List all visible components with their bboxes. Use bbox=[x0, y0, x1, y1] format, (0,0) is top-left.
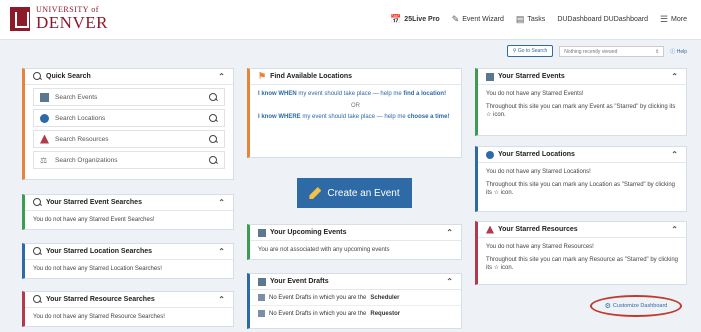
collapse-icon[interactable]: ⌃ bbox=[671, 225, 678, 234]
search-locations-row[interactable]: Search Locations bbox=[33, 109, 225, 127]
du-seal-icon bbox=[10, 6, 30, 31]
university-logo[interactable]: UNIVERSITY of DENVER bbox=[10, 6, 108, 31]
event-icon bbox=[258, 310, 265, 317]
search-icon: ⚲ bbox=[512, 48, 517, 54]
nav-more[interactable]: ☰ More bbox=[660, 14, 687, 25]
search-icon[interactable] bbox=[209, 113, 218, 123]
search-icon bbox=[33, 198, 42, 207]
search-icon bbox=[33, 247, 42, 256]
search-icon[interactable] bbox=[209, 134, 218, 144]
or-divider: OR bbox=[351, 102, 360, 109]
nav-dashboard[interactable]: DUDashboard DUDashboard bbox=[557, 16, 648, 23]
search-organizations-row[interactable]: ⚖ Search Organizations bbox=[33, 151, 225, 169]
pin-icon: ⚑ bbox=[258, 71, 267, 81]
pencil-icon bbox=[309, 187, 322, 199]
organization-icon: ⚖ bbox=[40, 155, 48, 165]
top-header: UNIVERSITY of DENVER 📅 25Live Pro ✎ Even… bbox=[0, 0, 701, 40]
location-icon bbox=[40, 113, 49, 123]
when-option: I know WHEN my event should take place —… bbox=[258, 91, 447, 97]
collapse-icon[interactable]: ⌃ bbox=[218, 247, 225, 256]
card-title: Quick Search bbox=[46, 73, 91, 80]
search-icon[interactable] bbox=[209, 155, 218, 165]
search-icon bbox=[33, 72, 42, 81]
quick-search-card: Quick Search ⌃ Search Events Search Loca… bbox=[22, 68, 234, 180]
search-resources-row[interactable]: Search Resources bbox=[33, 130, 225, 148]
event-icon bbox=[258, 277, 266, 286]
resource-icon bbox=[486, 225, 494, 234]
event-drafts-card: Your Event Drafts ⌃ No Event Drafts in w… bbox=[247, 273, 462, 329]
menu-icon: ☰ bbox=[659, 14, 669, 24]
collapse-icon[interactable]: ⌃ bbox=[671, 72, 678, 81]
create-event-button[interactable]: Create an Event bbox=[297, 178, 412, 208]
collapse-icon[interactable]: ⌃ bbox=[218, 295, 225, 304]
calendar-icon: 📅 bbox=[390, 14, 402, 24]
search-icon bbox=[33, 295, 42, 304]
collapse-icon[interactable]: ⌃ bbox=[671, 150, 678, 159]
customize-dashboard-link[interactable]: ⚙ Customize Dashboard bbox=[590, 295, 682, 317]
help-icon: ⓘ bbox=[670, 48, 676, 55]
nav-25live-pro[interactable]: 📅 25Live Pro bbox=[390, 14, 440, 25]
where-option: I know WHERE my event should take place … bbox=[258, 114, 450, 121]
upcoming-events-card: Your Upcoming Events ⌃ You are not assoc… bbox=[247, 224, 462, 260]
gear-icon: ⚙ bbox=[604, 303, 611, 310]
search-icon[interactable] bbox=[209, 92, 218, 102]
recently-viewed-select[interactable]: Nothing recently viewed ⇕ bbox=[559, 45, 665, 57]
nav-event-wizard[interactable]: ✎ Event Wizard bbox=[452, 14, 504, 25]
starred-events-card: Your Starred Events ⌃ You do not have an… bbox=[475, 68, 687, 136]
starred-event-searches-card: Your Starred Event Searches ⌃ You do not… bbox=[22, 194, 234, 230]
help-link[interactable]: ⓘ Help bbox=[670, 48, 687, 55]
draft-row-scheduler: No Event Drafts in which you are the Sch… bbox=[250, 290, 461, 305]
event-icon bbox=[258, 228, 266, 237]
chevron-updown-icon: ⇕ bbox=[655, 48, 660, 55]
nav-tasks[interactable]: ▤ Tasks bbox=[516, 14, 545, 25]
sub-toolbar: ⚲ Go to Search Nothing recently viewed ⇕… bbox=[506, 45, 687, 57]
collapse-icon[interactable]: ⌃ bbox=[218, 198, 225, 207]
starred-resources-card: Your Starred Resources ⌃ You do not have… bbox=[475, 221, 687, 285]
search-events-row[interactable]: Search Events bbox=[33, 88, 225, 106]
edit-icon: ✎ bbox=[451, 14, 460, 24]
find-locations-card: ⚑ Find Available Locations I know WHEN m… bbox=[247, 68, 462, 158]
logo-line2: DENVER bbox=[36, 13, 108, 32]
top-nav: 📅 25Live Pro ✎ Event Wizard ▤ Tasks DUDa… bbox=[390, 14, 687, 25]
starred-locations-card: Your Starred Locations ⌃ You do not have… bbox=[475, 146, 687, 212]
go-to-search-button[interactable]: ⚲ Go to Search bbox=[506, 45, 554, 57]
collapse-icon[interactable]: ⌃ bbox=[446, 277, 453, 286]
resource-icon bbox=[40, 134, 49, 144]
choose-time-link[interactable]: choose a time! bbox=[407, 114, 449, 120]
starred-location-searches-card: Your Starred Location Searches ⌃ You do … bbox=[22, 243, 234, 279]
tasks-icon: ▤ bbox=[515, 14, 525, 24]
event-icon bbox=[40, 92, 49, 102]
collapse-icon[interactable]: ⌃ bbox=[218, 72, 225, 81]
location-icon bbox=[486, 150, 494, 159]
event-icon bbox=[258, 294, 265, 301]
starred-resource-searches-card: Your Starred Resource Searches ⌃ You do … bbox=[22, 291, 234, 327]
event-icon bbox=[486, 72, 494, 81]
draft-row-requestor: No Event Drafts in which you are the Req… bbox=[250, 305, 461, 321]
find-location-link[interactable]: find a location! bbox=[403, 91, 446, 97]
collapse-icon[interactable]: ⌃ bbox=[446, 228, 453, 237]
